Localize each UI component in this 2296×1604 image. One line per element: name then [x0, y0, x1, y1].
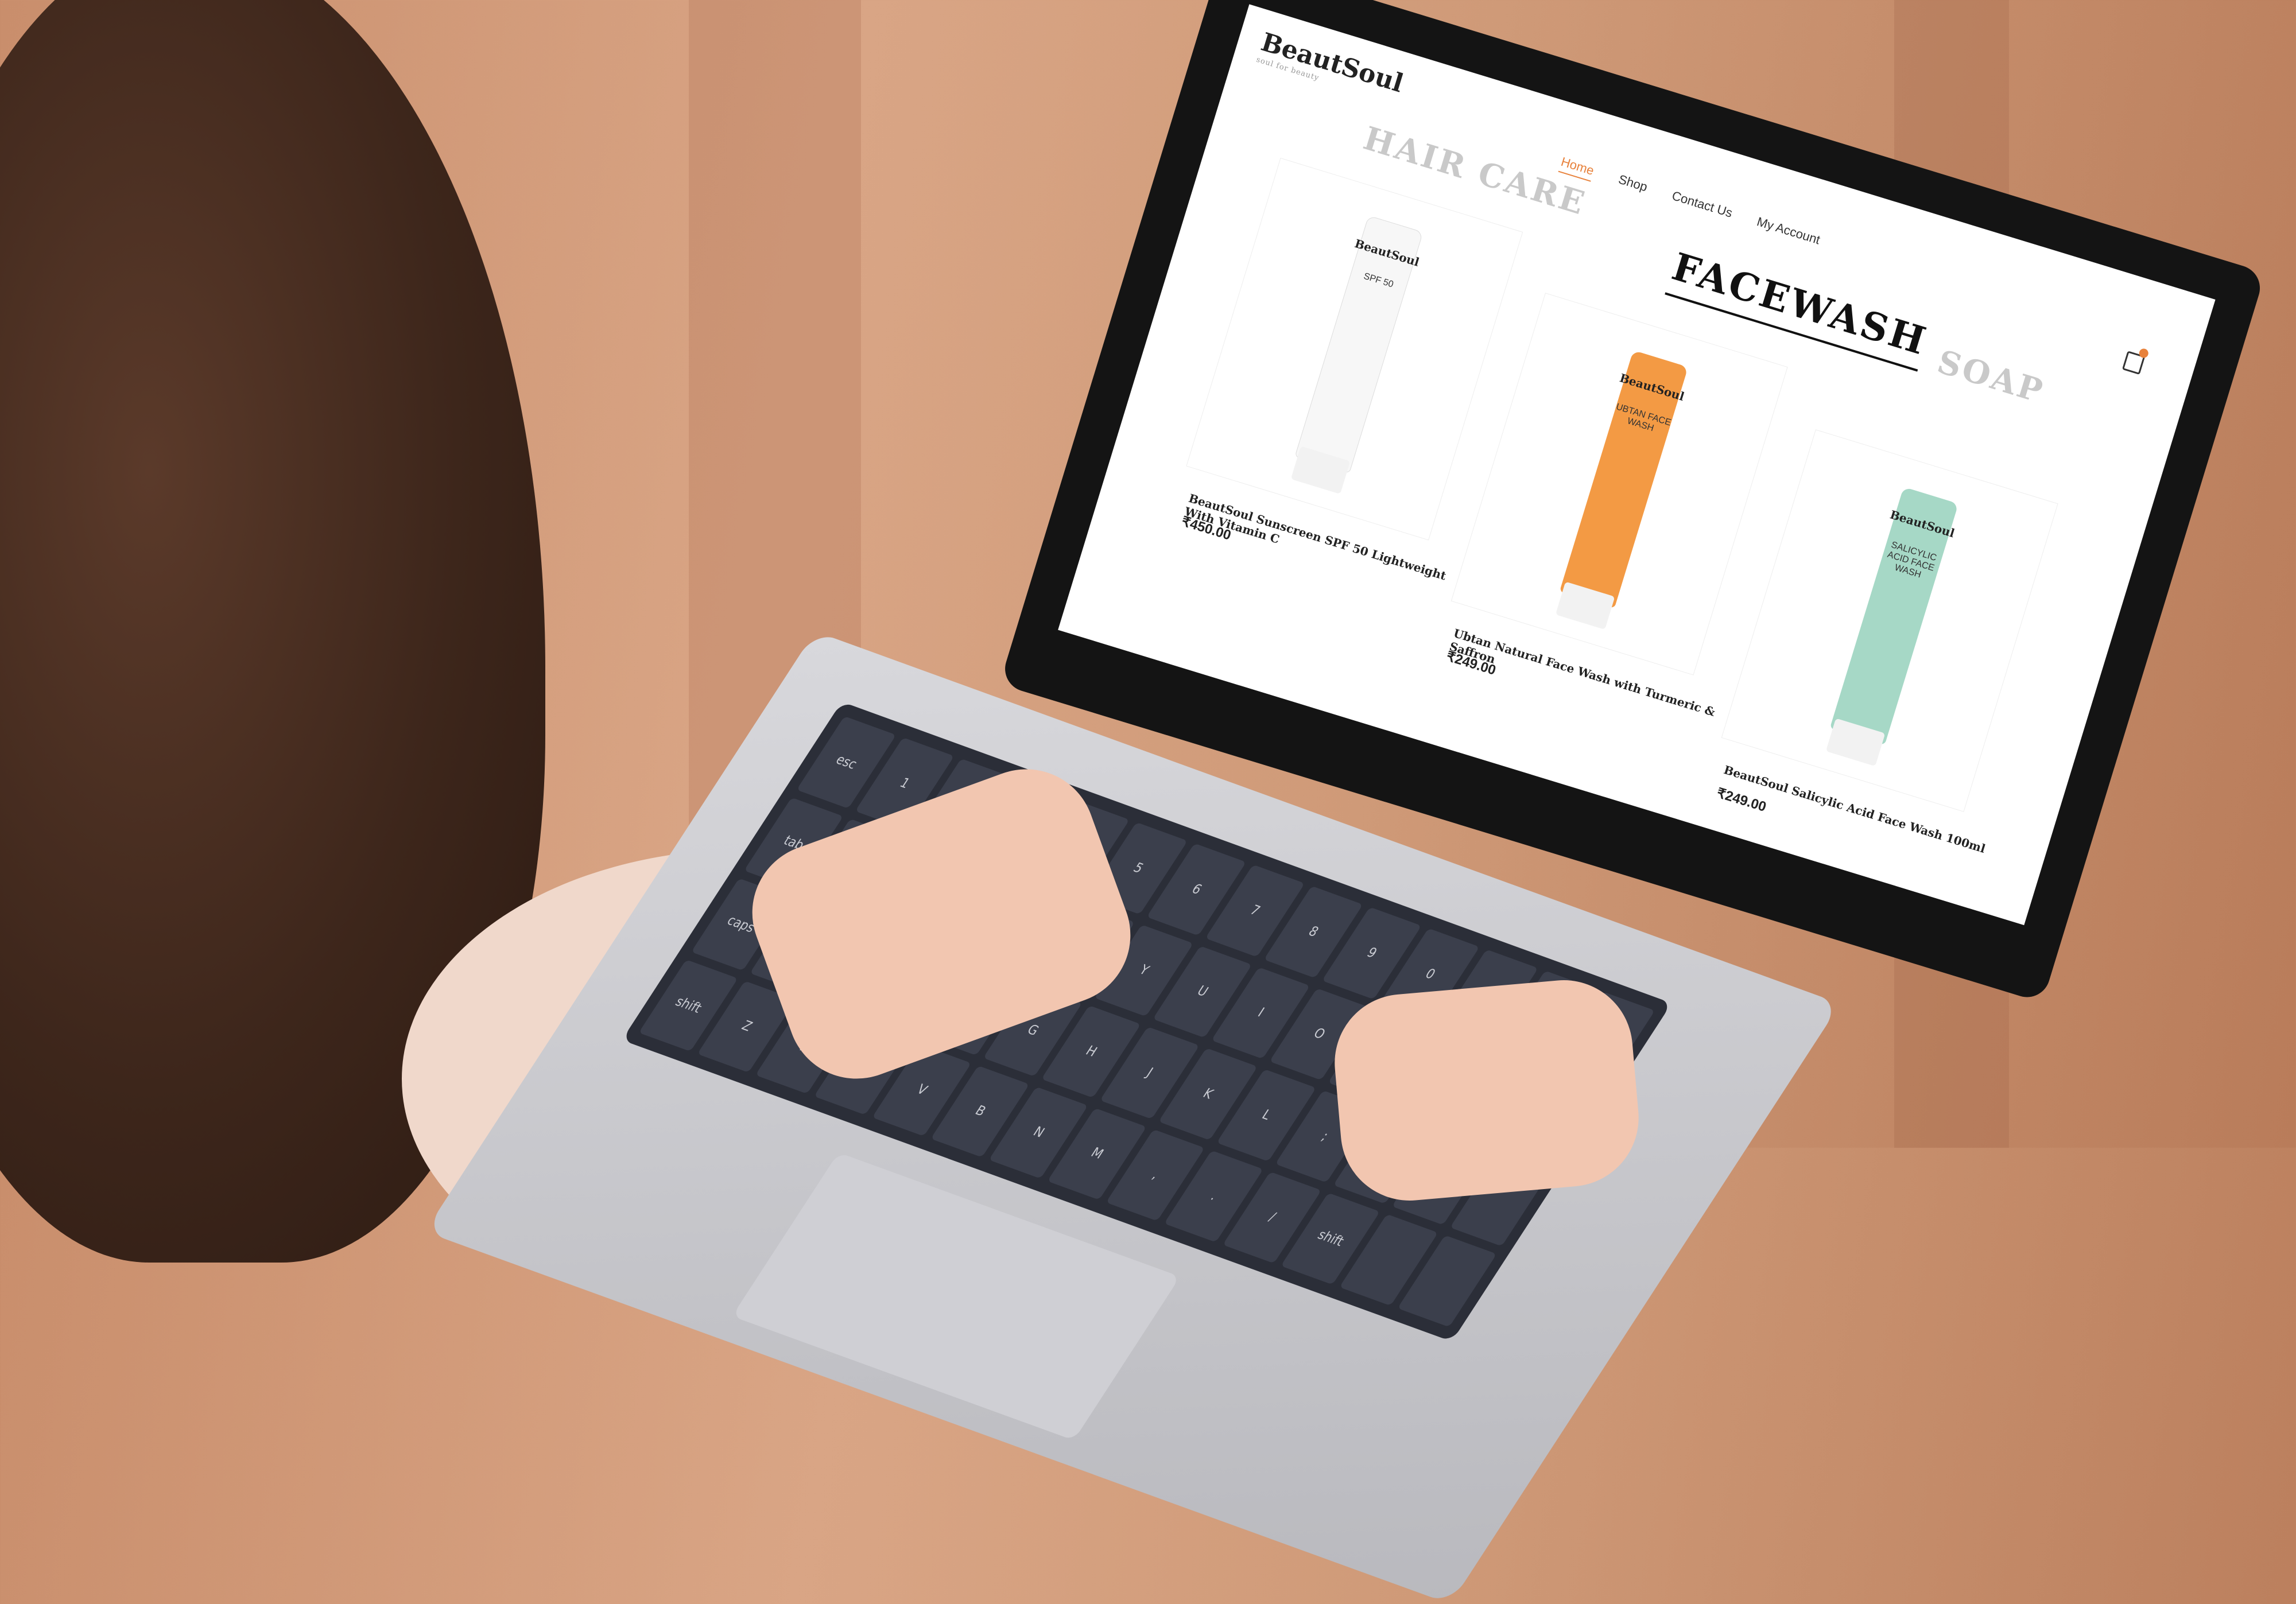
product-image: BeautSoul SALICYLIC ACID FACE WASH [1825, 487, 1959, 767]
tube-cap [1555, 581, 1615, 630]
category-soap[interactable]: SOAP [1933, 343, 2049, 411]
tube-brand: BeautSoul [1618, 371, 1686, 404]
product-image: BeautSoul SPF 50 [1290, 215, 1424, 495]
product-name[interactable]: BeautSoul Salicylic Acid Face Wash 100ml [1722, 763, 2011, 863]
nav-contact[interactable]: Contact Us [1669, 188, 1734, 224]
nav-shop[interactable]: Shop [1616, 172, 1649, 199]
main-nav: Home Shop Contact Us My Account [1558, 154, 1822, 251]
product-card[interactable]: BeautSoul UBTAN FACE WASH Ubtan Natural … [1445, 293, 1788, 719]
nav-home[interactable]: Home [1558, 154, 1596, 182]
product-name[interactable]: Ubtan Natural Face Wash with Turmeric & … [1448, 626, 1741, 740]
product-price: ₹249.00 [1715, 785, 1768, 815]
product-card[interactable]: BeautSoul SALICYLIC ACID FACE WASH Beaut… [1715, 429, 2058, 856]
right-hand [1329, 974, 1645, 1206]
tube-brand: BeautSoul [1353, 236, 1421, 269]
product-name[interactable]: BeautSoul Sunscreen SPF 50 Lightweight W… [1183, 491, 1476, 605]
site-logo[interactable]: BeautSoul soul for beauty [1255, 28, 1407, 107]
tube-text: UBTAN FACE WASH [1615, 402, 1673, 434]
tube-text: SALICYLIC ACID FACE WASH [1886, 539, 1938, 580]
nav-account[interactable]: My Account [1754, 214, 1822, 251]
tube-brand: BeautSoul [1888, 507, 1957, 541]
tube-cap [1825, 718, 1886, 767]
product-card[interactable]: BeautSoul SPF 50 BeautSoul Sunscreen SPF… [1180, 157, 1523, 583]
tube-cap [1290, 446, 1351, 495]
product-image: BeautSoul UBTAN FACE WASH [1555, 350, 1689, 630]
tube-text: SPF 50 [1362, 271, 1395, 290]
